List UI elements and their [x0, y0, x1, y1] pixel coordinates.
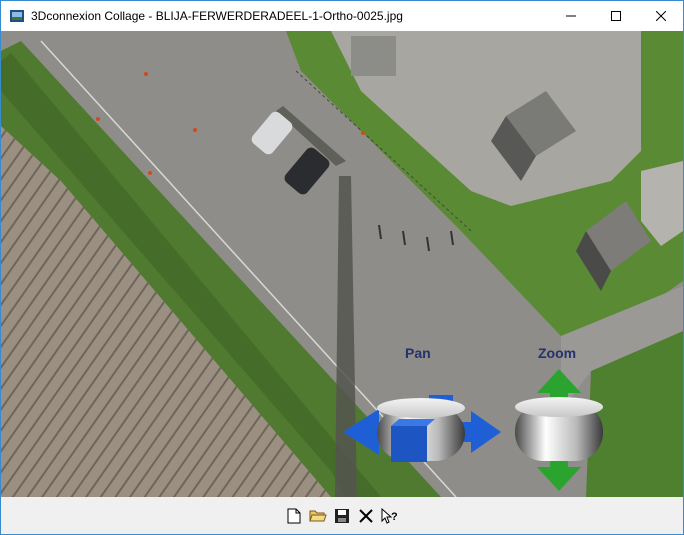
title-bar[interactable]: 3Dconnexion Collage - BLIJA-FERWERDERADE… [1, 1, 683, 31]
help-button[interactable]: ? [381, 507, 399, 525]
aerial-photo [1, 31, 683, 497]
svg-text:?: ? [391, 511, 398, 523]
save-button[interactable] [333, 507, 351, 525]
open-folder-icon [309, 510, 327, 521]
zoom-puck-top [515, 397, 603, 417]
building-2 [351, 36, 396, 76]
image-viewport[interactable]: Pan Zoom [1, 31, 683, 497]
bottom-toolbar: ? [1, 497, 683, 534]
pan-puck-top [377, 398, 465, 418]
minimize-button[interactable] [548, 1, 593, 31]
cone [148, 171, 152, 175]
delete-x-icon [359, 508, 373, 523]
cone [193, 128, 197, 132]
maximize-icon [610, 11, 621, 21]
window-title: 3Dconnexion Collage - BLIJA-FERWERDERADE… [31, 9, 403, 23]
zoom-label: Zoom [538, 345, 577, 361]
save-icon [335, 508, 349, 523]
context-help-icon: ? [381, 507, 398, 524]
open-button[interactable] [309, 507, 327, 525]
delete-button[interactable] [357, 507, 375, 525]
app-icon [10, 10, 24, 22]
close-button[interactable] [638, 1, 683, 31]
app-window: 3Dconnexion Collage - BLIJA-FERWERDERADE… [0, 0, 684, 535]
pan-front-cube[interactable] [391, 426, 427, 462]
minimize-icon [565, 15, 576, 17]
pan-label: Pan [405, 345, 431, 361]
new-button[interactable] [285, 507, 303, 525]
close-icon [655, 11, 666, 21]
cone [144, 72, 148, 76]
new-document-icon [287, 508, 301, 523]
cone [361, 131, 365, 135]
cone [96, 117, 100, 121]
maximize-button[interactable] [593, 1, 638, 31]
